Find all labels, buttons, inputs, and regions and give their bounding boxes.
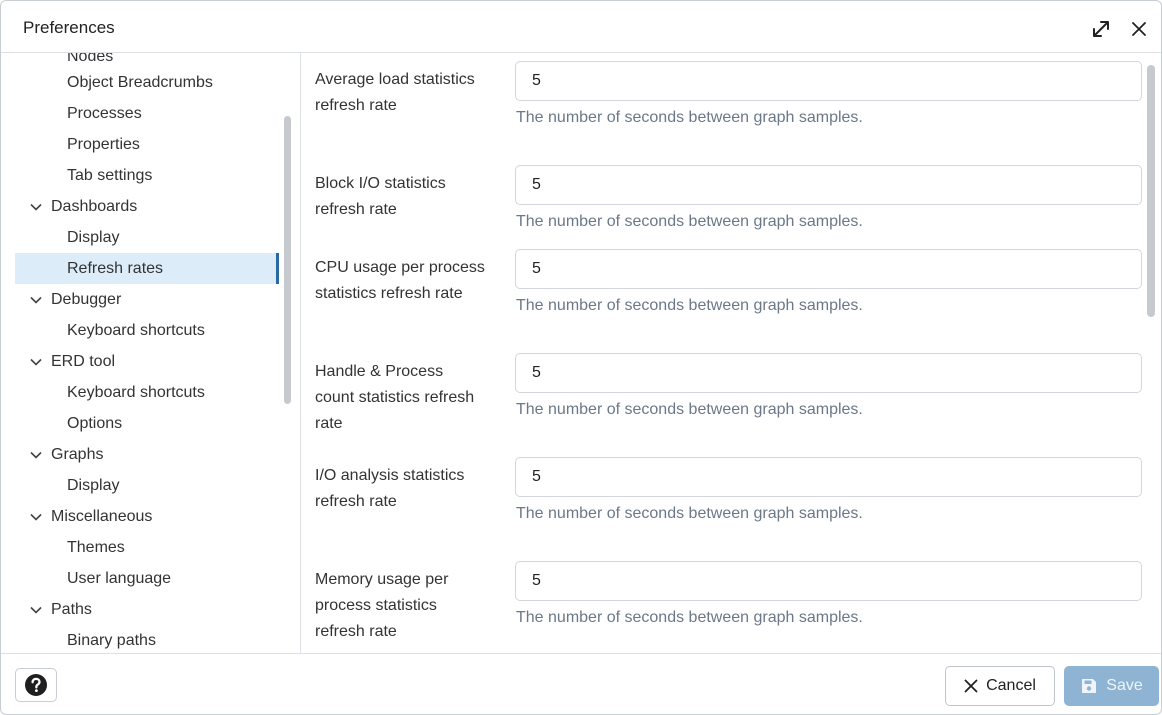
field-average-load: Average load statistics refresh rate The… bbox=[301, 53, 1161, 157]
close-icon bbox=[1132, 22, 1146, 36]
tree-group-label: Debugger bbox=[51, 290, 122, 308]
refresh-rates-panel: Average load statistics refresh rate The… bbox=[301, 53, 1161, 653]
field-help-text: The number of seconds between graph samp… bbox=[516, 109, 863, 126]
handle-process-refresh-input[interactable] bbox=[515, 353, 1142, 393]
field-label: Average load statistics refresh rate bbox=[315, 71, 475, 114]
content-scrollbar[interactable] bbox=[1147, 65, 1155, 317]
tree-group-graphs[interactable]: Graphs bbox=[15, 439, 279, 470]
tree-item-erd-options[interactable]: Options bbox=[15, 408, 279, 439]
tree-item-dashboards-display[interactable]: Display bbox=[15, 222, 279, 253]
tree-group-label: ERD tool bbox=[51, 352, 116, 370]
chevron-down-icon[interactable] bbox=[29, 603, 43, 617]
tree-item-binary-paths[interactable]: Binary paths bbox=[15, 625, 279, 653]
save-button[interactable]: Save bbox=[1064, 666, 1159, 706]
preferences-dialog: Preferences Nodes Object Breadcrumbs Pro… bbox=[0, 0, 1162, 715]
memory-usage-refresh-input[interactable] bbox=[515, 561, 1142, 601]
field-label: Memory usage per process statistics refr… bbox=[315, 571, 449, 640]
tree-item-graphs-display[interactable]: Display bbox=[15, 470, 279, 501]
close-button[interactable] bbox=[1128, 18, 1150, 40]
expand-icon bbox=[1093, 21, 1109, 37]
dialog-footer: Cancel Save bbox=[1, 653, 1161, 714]
x-icon bbox=[964, 679, 978, 693]
question-circle-icon bbox=[25, 674, 47, 696]
field-label: Handle & Process count statistics refres… bbox=[315, 363, 475, 432]
tree-item-debugger-keyboard-shortcuts[interactable]: Keyboard shortcuts bbox=[15, 315, 279, 346]
field-label: CPU usage per process statistics refresh… bbox=[315, 259, 485, 302]
tree-item-label: Processes bbox=[67, 104, 142, 122]
sidebar-scrollbar[interactable] bbox=[284, 116, 291, 404]
tree-item-properties[interactable]: Properties bbox=[15, 129, 279, 160]
cpu-usage-refresh-input[interactable] bbox=[515, 249, 1142, 289]
dialog-title: Preferences bbox=[23, 18, 115, 37]
tree-group-paths[interactable]: Paths bbox=[15, 594, 279, 625]
field-help-text: The number of seconds between graph samp… bbox=[516, 213, 863, 230]
tree-item-object-breadcrumbs[interactable]: Object Breadcrumbs bbox=[15, 67, 279, 98]
chevron-down-icon[interactable] bbox=[29, 293, 43, 307]
tree-item-refresh-rates[interactable]: Refresh rates bbox=[15, 253, 279, 284]
chevron-down-icon[interactable] bbox=[29, 448, 43, 462]
tree-group-label: Miscellaneous bbox=[51, 507, 153, 525]
tree-item-erd-keyboard-shortcuts[interactable]: Keyboard shortcuts bbox=[15, 377, 279, 408]
tree-item-user-language[interactable]: User language bbox=[15, 563, 279, 594]
tree-item-label: Object Breadcrumbs bbox=[67, 73, 213, 91]
help-button[interactable] bbox=[15, 668, 57, 702]
chevron-down-icon[interactable] bbox=[29, 200, 43, 214]
field-help-text: The number of seconds between graph samp… bbox=[516, 401, 863, 418]
field-help-text: The number of seconds between graph samp… bbox=[516, 505, 863, 522]
tree-group-label: Dashboards bbox=[51, 197, 138, 215]
tree-group-dashboards[interactable]: Dashboards bbox=[15, 191, 279, 222]
save-label: Save bbox=[1106, 677, 1143, 694]
field-help-text: The number of seconds between graph samp… bbox=[516, 609, 863, 626]
tree-group-miscellaneous[interactable]: Miscellaneous bbox=[15, 501, 279, 532]
field-label: I/O analysis statistics refresh rate bbox=[315, 467, 465, 510]
tree-item-label: Binary paths bbox=[67, 631, 156, 649]
field-help-text: The number of seconds between graph samp… bbox=[516, 297, 863, 314]
tree-item-processes[interactable]: Processes bbox=[15, 98, 279, 129]
tree-item-label: Keyboard shortcuts bbox=[67, 321, 205, 339]
tree-item-label: Nodes bbox=[67, 53, 114, 65]
tree-group-erd-tool[interactable]: ERD tool bbox=[15, 346, 279, 377]
tree-item-label: Display bbox=[67, 228, 120, 246]
field-label: Block I/O statistics refresh rate bbox=[315, 175, 446, 218]
tree-item-label: Keyboard shortcuts bbox=[67, 383, 205, 401]
tree-item-label: Themes bbox=[67, 538, 125, 556]
preferences-tree: Nodes Object Breadcrumbs Processes Prope… bbox=[1, 53, 285, 653]
cancel-button[interactable]: Cancel bbox=[945, 666, 1055, 706]
field-memory-usage: Memory usage per process statistics refr… bbox=[301, 553, 1161, 653]
tree-group-debugger[interactable]: Debugger bbox=[15, 284, 279, 315]
tree-item-tab-settings[interactable]: Tab settings bbox=[15, 160, 279, 191]
chevron-down-icon[interactable] bbox=[29, 355, 43, 369]
tree-item-label: Properties bbox=[67, 135, 140, 153]
floppy-disk-icon bbox=[1082, 679, 1097, 693]
tree-group-label: Graphs bbox=[51, 445, 104, 463]
tree-group-label: Paths bbox=[51, 600, 92, 618]
chevron-down-icon[interactable] bbox=[29, 510, 43, 524]
tree-item-label: User language bbox=[67, 569, 172, 587]
field-handle-process: Handle & Process count statistics refres… bbox=[301, 345, 1161, 449]
tree-item-label: Tab settings bbox=[67, 166, 153, 184]
block-io-refresh-input[interactable] bbox=[515, 165, 1142, 205]
cancel-label: Cancel bbox=[986, 677, 1036, 694]
average-load-refresh-input[interactable] bbox=[515, 61, 1142, 101]
expand-button[interactable] bbox=[1090, 18, 1112, 40]
io-analysis-refresh-input[interactable] bbox=[515, 457, 1142, 497]
title-bar: Preferences bbox=[1, 1, 1161, 53]
tree-item-themes[interactable]: Themes bbox=[15, 532, 279, 563]
tree-item-label: Options bbox=[67, 414, 123, 432]
field-cpu-usage: CPU usage per process statistics refresh… bbox=[301, 241, 1161, 345]
field-io-analysis: I/O analysis statistics refresh rate The… bbox=[301, 449, 1161, 553]
tree-item-label: Refresh rates bbox=[67, 259, 164, 277]
tree-item-label: Display bbox=[67, 476, 120, 494]
